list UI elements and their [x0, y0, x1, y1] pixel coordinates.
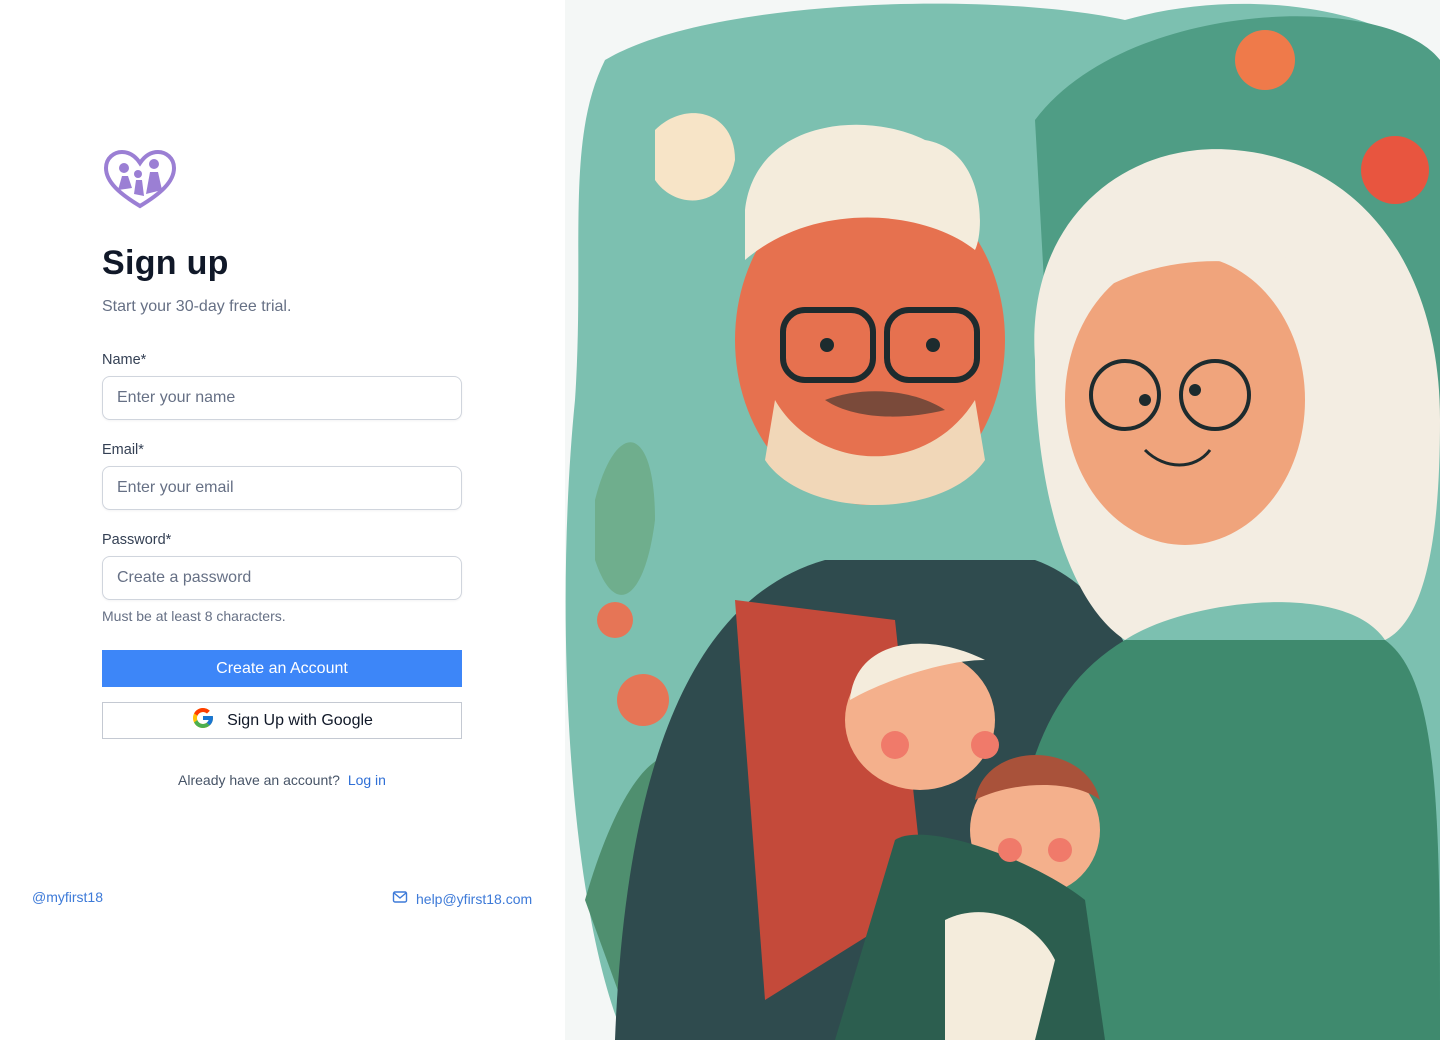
- email-input[interactable]: [102, 466, 462, 510]
- mail-icon: [392, 889, 408, 908]
- name-label: Name*: [102, 352, 147, 368]
- support-email-link[interactable]: help@yfirst18.com: [392, 889, 532, 908]
- login-prompt: Already have an account?: [178, 772, 340, 788]
- login-prompt-row: Already have an account? Log in: [102, 772, 462, 788]
- password-input[interactable]: [102, 556, 462, 600]
- google-g-icon: [191, 706, 215, 735]
- page-subtitle: Start your 30-day free trial.: [102, 298, 292, 315]
- password-label: Password*: [102, 532, 172, 548]
- google-button-label: Sign Up with Google: [227, 711, 373, 729]
- signup-panel: Sign up Start your 30-day free trial. Na…: [0, 0, 565, 1040]
- name-input[interactable]: [102, 376, 462, 420]
- email-label: Email*: [102, 442, 144, 458]
- create-account-button[interactable]: Create an Account: [102, 650, 462, 687]
- support-email: help@yfirst18.com: [416, 890, 533, 907]
- social-handle-link[interactable]: @myfirst18: [32, 889, 103, 905]
- password-hint: Must be at least 8 characters.: [102, 608, 286, 624]
- google-signup-button[interactable]: Sign Up with Google: [102, 702, 462, 739]
- family-illustration: [565, 0, 1440, 1040]
- family-heart-logo: [102, 149, 178, 210]
- login-link[interactable]: Log in: [348, 772, 386, 788]
- page-title: Sign up: [102, 244, 229, 282]
